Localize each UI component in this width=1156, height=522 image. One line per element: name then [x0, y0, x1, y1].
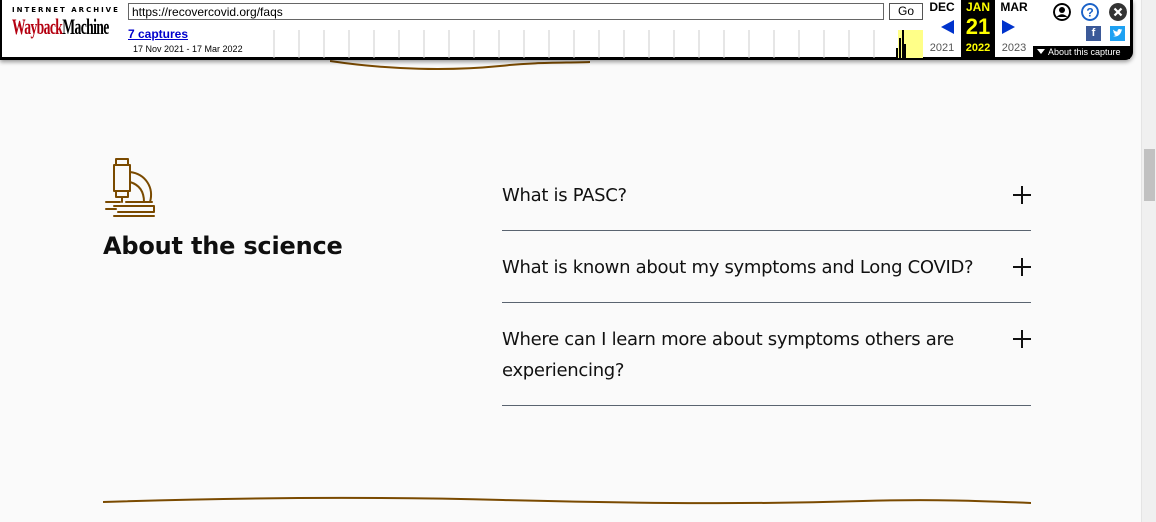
- captures-link[interactable]: 7 captures: [128, 27, 188, 41]
- svg-text:?: ?: [1086, 6, 1093, 20]
- faq-item[interactable]: What is PASC?: [502, 180, 1031, 231]
- logo-wordmark: WaybackMachine: [12, 14, 109, 39]
- current-capture-date: JAN 21 2022: [961, 0, 995, 59]
- bottom-wavy-divider: [103, 496, 1031, 505]
- section-title: About the science: [103, 232, 343, 260]
- top-wavy-divider: [330, 60, 590, 70]
- next-year-label[interactable]: 2023: [994, 42, 1034, 54]
- faq-question[interactable]: What is PASC?: [502, 180, 982, 211]
- scrollbar-thumb[interactable]: [1144, 149, 1155, 201]
- close-icon[interactable]: [1109, 3, 1127, 21]
- go-button[interactable]: Go: [889, 3, 923, 20]
- url-input[interactable]: https://recovercovid.org/faqs: [128, 3, 884, 20]
- wayback-toolbar: INTERNET ARCHIVE WaybackMachine https://…: [0, 0, 1133, 60]
- current-day: 21: [965, 14, 991, 39]
- logo-internet-archive: INTERNET ARCHIVE: [12, 6, 120, 14]
- faq-item[interactable]: Where can I learn more about symptoms ot…: [502, 324, 1031, 406]
- current-year: 2022: [965, 42, 991, 54]
- about-capture-label: About this capture: [1048, 47, 1121, 57]
- current-month: JAN: [965, 0, 990, 14]
- plus-icon[interactable]: [1013, 330, 1031, 348]
- microscope-icon: [105, 158, 155, 217]
- wayback-logo[interactable]: INTERNET ARCHIVE WaybackMachine: [12, 6, 118, 38]
- faq-question[interactable]: Where can I learn more about symptoms ot…: [502, 324, 982, 386]
- prev-month-label[interactable]: DEC: [922, 0, 962, 14]
- user-icon[interactable]: [1053, 3, 1071, 21]
- prev-year-label[interactable]: 2021: [922, 42, 962, 54]
- next-month-label[interactable]: MAR: [994, 0, 1034, 14]
- plus-icon[interactable]: [1013, 186, 1031, 204]
- twitter-icon[interactable]: [1110, 26, 1125, 41]
- page-scrollbar[interactable]: [1141, 0, 1156, 522]
- capture-date-range: 17 Nov 2021 - 17 Mar 2022: [133, 44, 243, 54]
- faq-question[interactable]: What is known about my symptoms and Long…: [502, 252, 982, 283]
- capture-sparkline[interactable]: [248, 30, 928, 58]
- prev-capture-arrow-icon[interactable]: [941, 20, 954, 34]
- next-capture-arrow-icon[interactable]: [1002, 20, 1015, 34]
- caret-down-icon: [1037, 49, 1045, 54]
- help-icon[interactable]: ?: [1081, 3, 1099, 21]
- faq-item[interactable]: What is known about my symptoms and Long…: [502, 252, 1031, 303]
- plus-icon[interactable]: [1013, 258, 1031, 276]
- facebook-icon[interactable]: f: [1086, 26, 1101, 41]
- about-capture-toggle[interactable]: About this capture: [1033, 46, 1130, 59]
